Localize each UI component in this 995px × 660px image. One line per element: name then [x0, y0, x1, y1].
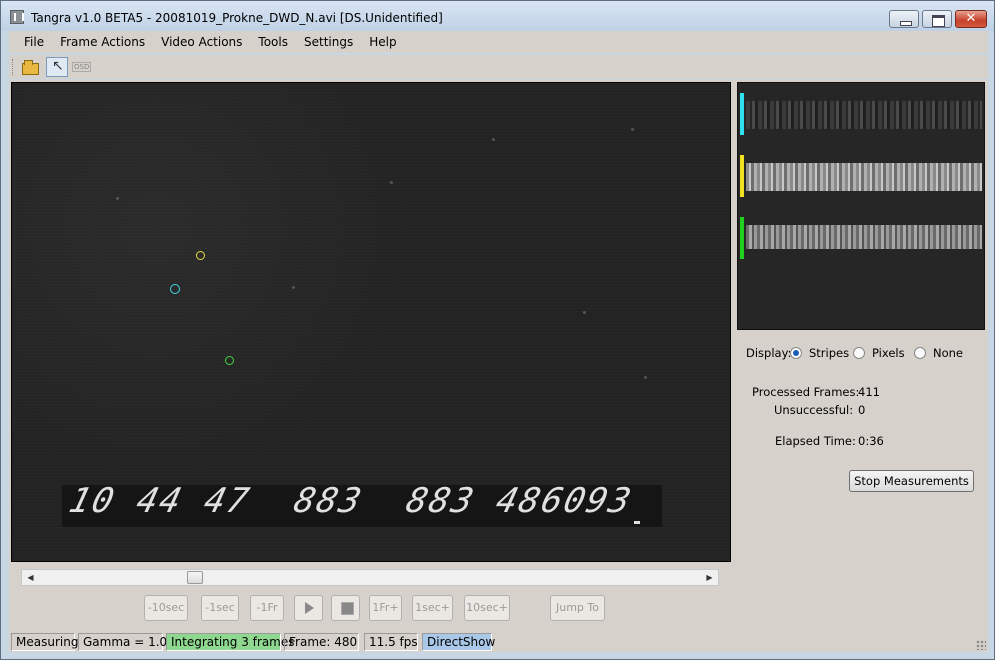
elapsed-time-label: Elapsed Time: — [775, 434, 856, 448]
target-marker-cyan[interactable] — [170, 284, 180, 294]
radio-none[interactable] — [914, 347, 926, 359]
status-integrating: Integrating 3 frames — [166, 633, 295, 651]
display-label: Display: — [746, 346, 792, 360]
menu-settings[interactable]: Settings — [296, 31, 361, 53]
osd-timestamp: 10 44 47 883 883 486093 — [65, 481, 637, 521]
faint-star — [631, 128, 634, 131]
play-button[interactable] — [294, 595, 323, 621]
title-bar[interactable]: Tangra v1.0 BETA5 - 20081019_Prokne_DWD_… — [1, 1, 994, 31]
radio-pixels-label[interactable]: Pixels — [872, 346, 905, 360]
forward-1sec-button[interactable]: 1sec+ — [412, 595, 453, 621]
open-folder-icon[interactable] — [19, 57, 41, 77]
stripe-green-target — [746, 225, 982, 249]
status-mode: Measuring — [11, 633, 78, 651]
forward-1frame-button[interactable]: 1Fr+ — [369, 595, 402, 621]
app-window: Tangra v1.0 BETA5 - 20081019_Prokne_DWD_… — [0, 0, 995, 660]
faint-star — [644, 376, 647, 379]
status-gamma: Gamma = 1.00 — [78, 633, 175, 651]
processed-frames-value: 411 — [858, 385, 880, 399]
target-marker-yellow[interactable] — [196, 251, 205, 260]
menu-file[interactable]: File — [9, 31, 52, 53]
close-button[interactable]: ✕ — [955, 10, 987, 28]
scroll-right-icon[interactable]: ▶ — [701, 570, 718, 585]
status-fps: 11.5 fps — [364, 633, 418, 651]
menu-frame-actions[interactable]: Frame Actions — [52, 31, 153, 53]
window-title: Tangra v1.0 BETA5 - 20081019_Prokne_DWD_… — [31, 11, 443, 25]
status-engine: DirectShow — [422, 633, 495, 651]
back-1frame-button[interactable]: -1Fr — [250, 595, 284, 621]
radio-none-label[interactable]: None — [933, 346, 963, 360]
toolbar-grip[interactable] — [12, 59, 15, 75]
unsuccessful-value: 0 — [858, 403, 866, 417]
stripe-marker-yellow — [740, 155, 744, 197]
scroll-thumb[interactable] — [187, 571, 203, 584]
elapsed-time-value: 0:36 — [858, 434, 884, 448]
menu-bar: File Frame Actions Video Actions Tools Setti… — [9, 31, 988, 53]
menu-help[interactable]: Help — [361, 31, 404, 53]
forward-10sec-button[interactable]: 10sec+ — [464, 595, 510, 621]
status-bar: Measuring Gamma = 1.00 Integrating 3 fra… — [9, 631, 988, 652]
client-area: 10 44 47 883 883 486093 ◀ ▶ -10sec -1sec… — [9, 80, 988, 631]
stripe-yellow-target — [746, 163, 982, 191]
faint-star — [116, 197, 119, 200]
close-icon: ✕ — [965, 11, 977, 26]
minimize-button[interactable] — [889, 10, 919, 28]
processed-frames-label: Processed Frames: — [752, 385, 860, 399]
faint-star — [390, 181, 393, 184]
jump-to-button[interactable]: Jump To — [550, 595, 605, 621]
scroll-left-icon[interactable]: ◀ — [22, 570, 39, 585]
stripe-cyan-target — [746, 101, 982, 129]
target-marker-green[interactable] — [225, 356, 234, 365]
unsuccessful-label: Unsuccessful: — [774, 403, 854, 417]
video-frame[interactable]: 10 44 47 883 883 486093 — [11, 82, 731, 562]
radio-stripes[interactable] — [790, 347, 802, 359]
stripe-marker-cyan — [740, 93, 744, 135]
select-pointer-icon[interactable] — [46, 57, 68, 77]
menu-video-actions[interactable]: Video Actions — [153, 31, 250, 53]
menu-tools[interactable]: Tools — [250, 31, 296, 53]
status-frame: Frame: 480 — [284, 633, 359, 651]
stop-measurements-button[interactable]: Stop Measurements — [849, 470, 974, 492]
frame-scrollbar[interactable]: ◀ ▶ — [21, 569, 719, 586]
toolbar: OSD — [9, 55, 988, 79]
radio-stripes-label[interactable]: Stripes — [809, 346, 849, 360]
back-10sec-button[interactable]: -10sec — [144, 595, 188, 621]
radio-pixels[interactable] — [853, 347, 865, 359]
resize-grip-icon[interactable] — [976, 640, 986, 650]
osd-toggle-button[interactable]: OSD — [70, 57, 92, 77]
stop-button[interactable] — [331, 595, 360, 621]
faint-star — [492, 138, 495, 141]
osd-label: OSD — [72, 62, 92, 72]
maximize-button[interactable] — [922, 10, 952, 28]
back-1sec-button[interactable]: -1sec — [201, 595, 239, 621]
measurement-stripes-panel — [737, 82, 985, 330]
app-icon — [10, 10, 24, 24]
faint-star — [583, 311, 586, 314]
stripe-marker-green — [740, 217, 744, 259]
osd-mark — [634, 521, 640, 524]
faint-star — [292, 286, 295, 289]
